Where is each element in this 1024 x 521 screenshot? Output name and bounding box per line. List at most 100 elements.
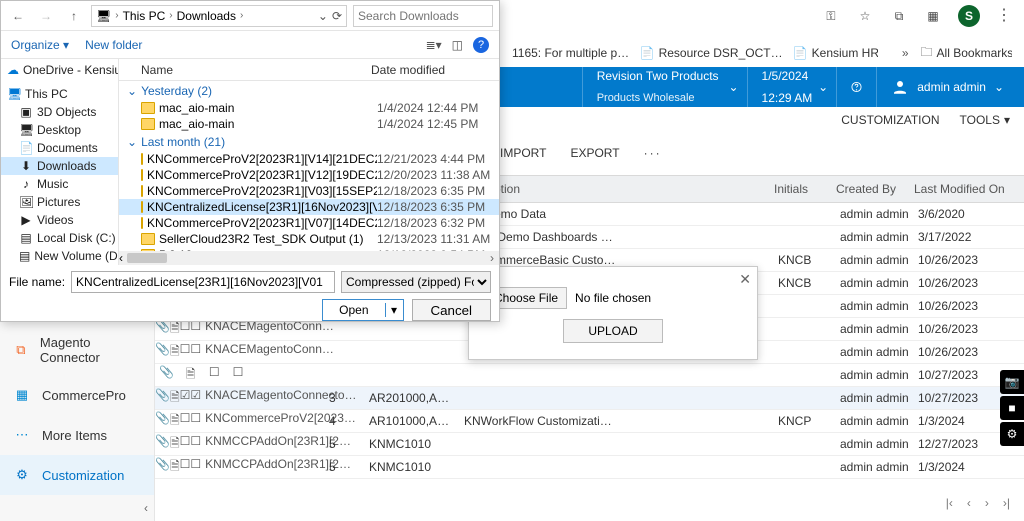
file-item[interactable]: KNCommerceProV2[2023R1][V07][14DEC2023]1… — [119, 215, 499, 231]
bookmark-overflow-icon[interactable]: » — [902, 46, 909, 60]
attachment-icon[interactable]: 📎 — [155, 434, 170, 455]
note-icon[interactable]: 🗎 — [170, 411, 180, 432]
export-button[interactable]: EXPORT — [570, 146, 619, 160]
refresh-icon[interactable]: ⟳ — [332, 9, 342, 23]
bookmark-item[interactable]: 📄Resource DSR_OCT… — [640, 46, 781, 60]
browser-menu-icon[interactable]: ⋮ — [996, 7, 1012, 25]
more-actions-icon[interactable]: ··· — [644, 146, 662, 160]
table-row[interactable]: 📎🗎☐☐KNMCCPAddOn[23R1][2…5KNMC1010admin a… — [155, 456, 1024, 479]
help-button[interactable] — [836, 67, 876, 107]
settings-icon[interactable]: ⚙ — [1000, 422, 1024, 446]
apps-icon[interactable]: ▦ — [924, 7, 942, 25]
table-row[interactable]: 📎🗎☐☐KNCommerceProV2[2023…4AR101000,AR20…… — [155, 410, 1024, 433]
nav-magento-connector[interactable]: ⧉ Magento Connector — [0, 325, 154, 375]
nav-back-icon[interactable]: ← — [7, 5, 29, 27]
col-initials[interactable]: Initials — [774, 182, 836, 196]
open-split-icon[interactable]: ▾ — [385, 303, 403, 317]
attachment-icon[interactable]: 📎 — [155, 388, 170, 409]
attachment-icon[interactable]: 📎 — [155, 342, 170, 363]
cancel-button[interactable]: Cancel — [412, 299, 492, 321]
page-next-icon[interactable]: › — [985, 496, 989, 510]
dropdown-icon[interactable]: ⌄ — [318, 9, 328, 23]
folder-icon — [141, 233, 155, 245]
tenant-selector[interactable]: Revision Two Products Products Wholesale… — [582, 67, 747, 107]
profile-avatar[interactable]: S — [958, 5, 980, 27]
file-type-select[interactable]: Compressed (zipped) Folder — [341, 271, 491, 293]
file-item[interactable]: KNCommerceProV2[2023R1][V12][19DEC2023]1… — [119, 167, 499, 183]
checkbox[interactable]: ☐ — [180, 457, 191, 478]
page-prev-icon[interactable]: ‹ — [967, 496, 971, 510]
bookmark-item[interactable]: 📄Kensium HR — [793, 46, 878, 60]
folder-tree[interactable]: ☁OneDrive - Kensiu… 🖥This PC ▣3D Objects… — [1, 59, 119, 265]
key-icon[interactable]: ⚿ — [822, 7, 840, 25]
file-item[interactable]: mac_aio-main1/4/2024 12:44 PM — [119, 100, 499, 116]
star-icon[interactable]: ☆ — [856, 7, 874, 25]
col-last-modified[interactable]: Last Modified On — [914, 182, 1024, 196]
nav-forward-icon[interactable]: → — [35, 5, 57, 27]
attachment-icon[interactable]: 📎 — [155, 411, 170, 432]
checkbox[interactable]: ☐ — [190, 342, 201, 363]
close-icon[interactable]: ✕ — [739, 271, 751, 288]
table-row[interactable]: 📎🗎☐☐KNMCCPAddOn[23R1][2…5KNMC1010admin a… — [155, 433, 1024, 456]
customization-link[interactable]: CUSTOMIZATION — [841, 113, 939, 127]
video-icon[interactable]: ■ — [1000, 396, 1024, 420]
col-description[interactable]: Description — [460, 182, 774, 196]
tools-menu[interactable]: TOOLS▾ — [960, 113, 1011, 127]
table-row[interactable]: 📎🗎☐☐admin admin10/27/2023 — [155, 364, 1024, 387]
file-item[interactable]: SellerCloud23R2 Test_SDK Output (1)12/13… — [119, 231, 499, 247]
help-icon[interactable]: ? — [473, 37, 489, 53]
file-item[interactable]: mac_aio-main1/4/2024 12:45 PM — [119, 116, 499, 132]
table-row[interactable]: 📎🗎☑☑KNACEMagentoConnecto…3AR201000,AR30…… — [155, 387, 1024, 410]
nav-up-icon[interactable]: ↑ — [63, 5, 85, 27]
file-item[interactable]: KNCommerceProV2[2023R1][V03][15SEP2023] … — [119, 183, 499, 199]
note-icon[interactable]: 🗎 — [170, 434, 180, 455]
import-button[interactable]: IMPORT — [500, 146, 546, 160]
view-options-icon[interactable]: ≣▾ — [426, 38, 442, 52]
checkbox[interactable]: ☐ — [190, 434, 201, 455]
attachment-icon[interactable]: 📎 — [155, 365, 179, 386]
file-group[interactable]: ⌄Last month (21) — [119, 132, 499, 151]
note-icon[interactable]: 🗎 — [179, 365, 203, 386]
checkbox[interactable]: ☐ — [190, 411, 201, 432]
checkbox[interactable]: ☑ — [190, 388, 201, 409]
horizontal-scrollbar[interactable]: ‹› — [119, 251, 499, 265]
downloads-node[interactable]: ⬇Downloads — [1, 157, 118, 175]
file-list[interactable]: NameDate modified ⌄Yesterday (2)mac_aio-… — [119, 59, 499, 265]
page-first-icon[interactable]: |‹ — [946, 496, 953, 510]
file-group[interactable]: ⌄Yesterday (2) — [119, 81, 499, 100]
file-item[interactable]: KNCommerceProV2[2023R1][V14][21DEC2023]1… — [119, 151, 499, 167]
note-icon[interactable]: 🗎 — [170, 342, 180, 363]
nav-customization[interactable]: ⚙ Customization — [0, 455, 154, 495]
note-icon[interactable]: 🗎 — [170, 457, 180, 478]
filename-input[interactable] — [71, 271, 335, 293]
preview-pane-icon[interactable]: ◫ — [452, 38, 463, 52]
collapse-nav-icon[interactable]: ‹ — [144, 501, 148, 515]
bookmark-item[interactable]: 1165: For multiple p… — [512, 46, 628, 60]
new-folder-button[interactable]: New folder — [85, 38, 142, 52]
nav-more-items[interactable]: ⋯ More Items — [0, 415, 154, 455]
open-button[interactable]: Open▾ — [322, 299, 403, 321]
col-created-by[interactable]: Created By — [836, 182, 914, 196]
breadcrumb[interactable]: 🖥› This PC› Downloads› ⌄⟳ — [91, 5, 347, 27]
checkbox[interactable]: ☐ — [226, 365, 250, 386]
checkbox[interactable]: ☐ — [190, 457, 201, 478]
checkbox[interactable]: ☑ — [180, 388, 191, 409]
file-item[interactable]: KNCentralizedLicense[23R1][16Nov2023][V0… — [119, 199, 499, 215]
camera-icon[interactable]: 📷 — [1000, 370, 1024, 394]
attachment-icon[interactable]: 📎 — [155, 457, 170, 478]
nav-commercepro[interactable]: ▦ CommercePro — [0, 375, 154, 415]
business-date[interactable]: 1/5/2024 12:29 AM ⌄ — [747, 67, 837, 107]
checkbox[interactable]: ☐ — [180, 411, 191, 432]
checkbox[interactable]: ☐ — [202, 365, 226, 386]
all-bookmarks[interactable]: 🗀All Bookmarks — [921, 43, 1012, 64]
organize-menu[interactable]: Organize ▾ — [11, 38, 69, 52]
extension-icon[interactable]: ⧉ — [890, 7, 908, 25]
search-input[interactable] — [353, 5, 493, 27]
project-link[interactable]: KNACEMagentoConn… — [205, 342, 334, 356]
page-last-icon[interactable]: ›| — [1003, 496, 1010, 510]
checkbox[interactable]: ☐ — [180, 342, 191, 363]
upload-button[interactable]: UPLOAD — [563, 319, 662, 343]
checkbox[interactable]: ☐ — [180, 434, 191, 455]
note-icon[interactable]: 🗎 — [170, 388, 180, 409]
user-menu[interactable]: admin admin ⌄ — [876, 67, 1024, 107]
